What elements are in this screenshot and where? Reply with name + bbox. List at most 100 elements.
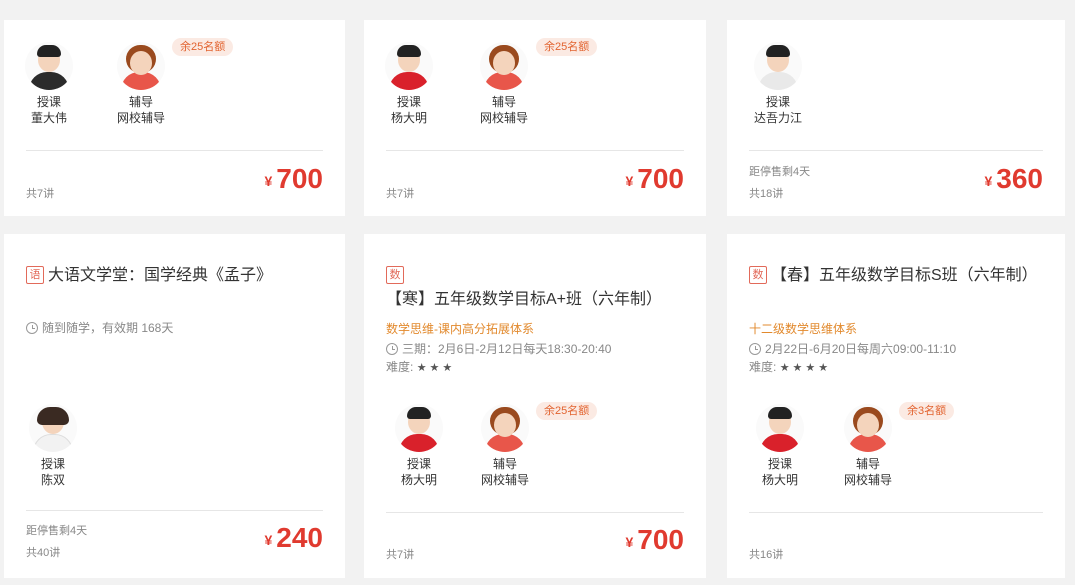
teacher-avatar [754, 42, 802, 90]
difficulty-label: 难度: [749, 360, 777, 374]
currency-symbol: ¥ [984, 173, 993, 189]
difficulty: 难度: ★★★★ [749, 358, 831, 375]
lesson-count: 共40讲 [26, 547, 61, 559]
obscured-area [880, 520, 1060, 570]
teacher[interactable]: 授课 杨大明 [364, 42, 454, 126]
tutor-role: 辅导 [855, 457, 880, 471]
tutor-role: 辅导 [128, 95, 153, 109]
teacher-name: 杨大明 [390, 111, 427, 125]
schedule: 2月22日-6月20日每周六09:00-11:10 [749, 340, 956, 357]
course-title-text: 【寒】五年级数学目标A+班（六年制） [386, 291, 663, 308]
tutor-avatar [480, 42, 528, 90]
teacher-role: 授课 [765, 95, 790, 109]
currency-symbol: ¥ [625, 173, 634, 189]
price-value: 360 [996, 163, 1043, 194]
teacher-avatar [395, 404, 443, 452]
divider [386, 150, 684, 151]
course-title[interactable]: 数【寒】五年级数学目标A+班（六年制） [386, 264, 684, 312]
course-title-text: 大语文学堂：国学经典《孟子》 [48, 267, 273, 284]
course-card[interactable]: 授课 杨大明 辅导 网校辅导 余25名额 共7讲 ¥700 [364, 20, 706, 216]
lesson-count: 共16讲 [749, 549, 784, 561]
teacher-name: 达吾力江 [753, 111, 802, 125]
divider [386, 512, 684, 513]
course-card[interactable]: 数【寒】五年级数学目标A+班（六年制） 数学思维-课内高分拓展体系 三期：2月6… [364, 234, 706, 578]
tutor-name: 网校辅导 [116, 111, 165, 125]
lesson-count: 共7讲 [26, 188, 55, 200]
price: ¥240 [264, 522, 323, 554]
subject-system: 十二级数学思维体系 [749, 322, 858, 336]
currency-symbol: ¥ [625, 534, 634, 550]
divider [26, 510, 323, 511]
tutor[interactable]: 辅导 网校辅导 [823, 404, 913, 488]
sale-deadline: 距停售剩4天 [749, 166, 811, 178]
course-title[interactable]: 数【春】五年级数学目标S班（六年制） [749, 264, 1043, 288]
tutor-avatar [844, 404, 892, 452]
sale-deadline: 距停售剩4天 [26, 525, 88, 537]
difficulty-stars: ★★★★ [779, 362, 832, 374]
teacher[interactable]: 授课 杨大明 [735, 404, 825, 488]
teacher-name: 杨大明 [761, 473, 798, 487]
tutor-name: 网校辅导 [843, 473, 892, 487]
teacher[interactable]: 授课 陈双 [8, 404, 98, 488]
teacher-avatar [29, 404, 77, 452]
tutor-name: 网校辅导 [479, 111, 528, 125]
price: ¥360 [984, 163, 1043, 195]
tutor[interactable]: 辅导 网校辅导 [96, 42, 186, 126]
course-title[interactable]: 语大语文学堂：国学经典《孟子》 [26, 264, 323, 288]
teacher-name: 董大伟 [30, 111, 67, 125]
course-card[interactable]: 语大语文学堂：国学经典《孟子》 随到随学，有效期 168天 授课 陈双 距停售剩… [4, 234, 345, 578]
schedule: 三期：2月6日-2月12日每天18:30-20:40 [386, 340, 611, 357]
teacher-role: 授课 [36, 95, 61, 109]
lesson-count: 共7讲 [386, 188, 415, 200]
teacher-role: 授课 [767, 457, 792, 471]
teacher-name: 陈双 [40, 473, 65, 487]
teacher-avatar [25, 42, 73, 90]
difficulty: 难度: ★★★ [386, 358, 455, 375]
tutor-role: 辅导 [492, 457, 517, 471]
course-title-text: 【春】五年级数学目标S班（六年制） [771, 267, 1038, 284]
lesson-count: 共18讲 [749, 188, 784, 200]
clock-icon [749, 343, 761, 355]
tutor-name: 网校辅导 [480, 473, 529, 487]
schedule: 随到随学，有效期 168天 [26, 319, 173, 336]
tutor[interactable]: 辅导 网校辅导 [460, 404, 550, 488]
tutor-avatar [481, 404, 529, 452]
price-value: 700 [637, 524, 684, 555]
course-card[interactable]: 授课 董大伟 辅导 网校辅导 余25名额 共7讲 ¥700 [4, 20, 345, 216]
teacher[interactable]: 授课 杨大明 [374, 404, 464, 488]
teacher[interactable]: 授课 董大伟 [4, 42, 94, 126]
teacher-role: 授课 [406, 457, 431, 471]
quota-badge: 余3名额 [899, 402, 955, 420]
quota-badge: 余25名额 [172, 38, 234, 56]
subject-system: 数学思维-课内高分拓展体系 [386, 322, 534, 336]
schedule-text: 随到随学，有效期 168天 [42, 321, 174, 335]
schedule-text: 三期：2月6日-2月12日每天18:30-20:40 [402, 342, 612, 356]
price-value: 240 [276, 522, 323, 553]
subject-badge: 语 [26, 266, 44, 284]
quota-badge: 余25名额 [536, 38, 598, 56]
teacher-avatar [385, 42, 433, 90]
price: ¥700 [264, 163, 323, 195]
subject-badge: 数 [386, 266, 404, 284]
price: ¥700 [625, 163, 684, 195]
price-value: 700 [637, 163, 684, 194]
tutor-role: 辅导 [491, 95, 516, 109]
subject-badge: 数 [749, 266, 767, 284]
course-card[interactable]: 授课 达吾力江 距停售剩4天 共18讲 ¥360 [727, 20, 1065, 216]
currency-symbol: ¥ [264, 173, 273, 189]
quota-badge: 余25名额 [536, 402, 598, 420]
difficulty-stars: ★★★ [416, 362, 456, 374]
teacher-avatar [756, 404, 804, 452]
divider [749, 512, 1043, 513]
divider [26, 150, 323, 151]
clock-icon [26, 322, 38, 334]
teacher[interactable]: 授课 达吾力江 [733, 42, 823, 126]
tutor[interactable]: 辅导 网校辅导 [459, 42, 549, 126]
tutor-avatar [117, 42, 165, 90]
price: ¥700 [625, 524, 684, 556]
divider [749, 150, 1043, 151]
teacher-name: 杨大明 [400, 473, 437, 487]
currency-symbol: ¥ [264, 532, 273, 548]
clock-icon [386, 343, 398, 355]
lesson-count: 共7讲 [386, 549, 415, 561]
